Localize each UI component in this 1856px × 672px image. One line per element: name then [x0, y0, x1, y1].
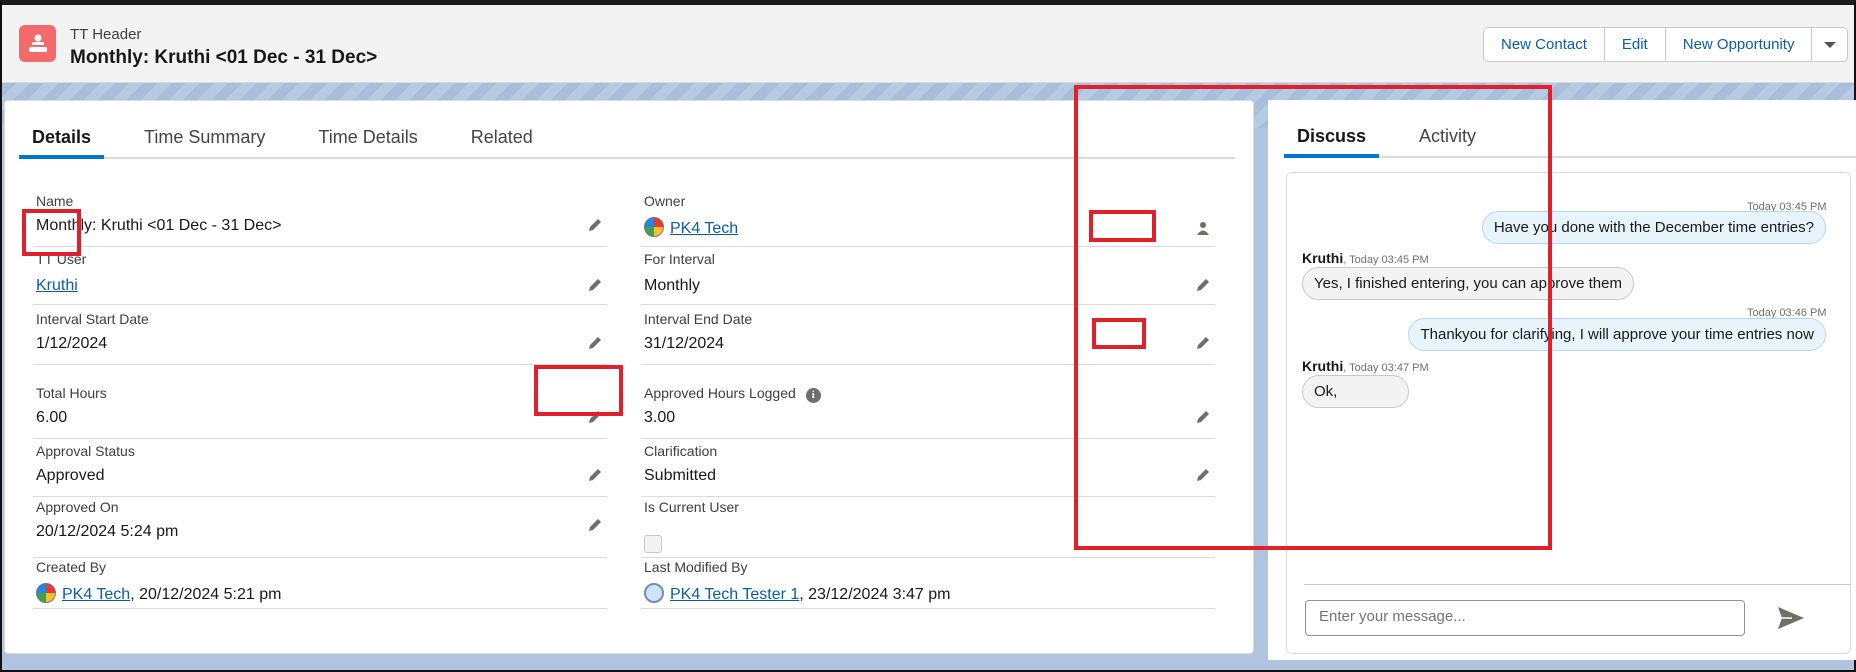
pencil-icon[interactable]: [587, 335, 603, 351]
field-label: For Interval: [644, 251, 715, 267]
field-label: Owner: [644, 193, 686, 209]
new-opportunity-button[interactable]: New Opportunity: [1664, 27, 1813, 62]
pencil-icon[interactable]: [587, 467, 603, 483]
pencil-icon[interactable]: [587, 277, 603, 293]
tab-details[interactable]: Details: [19, 125, 105, 159]
message-input[interactable]: [1305, 600, 1745, 636]
tt-user-link[interactable]: Kruthi: [36, 277, 78, 294]
field-label: Is Current User: [644, 499, 739, 515]
field-label: Total Hours: [36, 385, 107, 401]
chevron-down-icon: [1823, 41, 1836, 48]
tab-time-details[interactable]: Time Details: [305, 125, 430, 159]
new-contact-button[interactable]: New Contact: [1483, 27, 1605, 62]
is-current-user-checkbox: [644, 535, 662, 553]
field-label: Approved On: [36, 499, 119, 515]
field-value: 1/12/2024: [36, 335, 108, 352]
details-card: Details Time Summary Time Details Relate…: [4, 100, 1254, 654]
highlight-tt-user: [22, 209, 81, 256]
field-value: Approved: [36, 467, 105, 484]
header-actions: New Contact Edit New Opportunity: [1483, 27, 1849, 62]
field-value: Submitted: [644, 467, 717, 484]
field-value: Kruthi: [36, 277, 78, 295]
highlight-sender-2: [1092, 318, 1146, 349]
field-label: Last Modified By: [644, 559, 748, 575]
avatar: [644, 583, 664, 603]
field-name: Name Monthly: Kruthi <01 Dec - 31 Dec>: [33, 193, 607, 247]
field-label: Created By: [36, 559, 107, 575]
pencil-icon[interactable]: [587, 217, 603, 233]
field-value: PK4 Tech: [644, 217, 738, 238]
send-icon[interactable]: [1776, 603, 1806, 633]
last-modified-by-link[interactable]: PK4 Tech Tester 1: [670, 586, 799, 603]
created-by-link[interactable]: PK4 Tech: [62, 586, 130, 603]
record-header: TT Header Monthly: Kruthi <01 Dec - 31 D…: [2, 5, 1854, 83]
info-icon[interactable]: i: [805, 388, 821, 403]
more-actions-button[interactable]: [1811, 27, 1849, 62]
field-value: 6.00: [36, 409, 68, 426]
field-label: Clarification: [644, 443, 718, 459]
page-title: Monthly: Kruthi <01 Dec - 31 Dec>: [70, 47, 378, 68]
edit-button[interactable]: Edit: [1603, 27, 1666, 62]
field-last-modified-by: Last Modified By PK4 Tech Tester 1, 23/1…: [641, 559, 1215, 609]
field-value: 31/12/2024: [644, 335, 725, 352]
pencil-icon[interactable]: [587, 517, 603, 533]
field-label: Interval Start Date: [36, 311, 149, 327]
highlight-clarification: [534, 365, 623, 416]
field-approved-on: Approved On 20/12/2024 5:24 pm: [33, 499, 607, 558]
record-icon: [19, 25, 56, 62]
tab-time-summary[interactable]: Time Summary: [131, 125, 278, 159]
highlight-sender-1: [1089, 210, 1156, 242]
field-label-text: Approved Hours Logged: [644, 385, 796, 401]
field-interval-start: Interval Start Date 1/12/2024: [33, 311, 607, 365]
field-label: Approval Status: [36, 443, 135, 459]
avatar: [36, 583, 56, 603]
record-type-label: TT Header: [70, 26, 142, 43]
field-total-hours: Total Hours 6.00: [33, 385, 607, 439]
field-label: Name: [36, 193, 74, 209]
field-value: 3.00: [644, 409, 676, 426]
avatar: [644, 217, 664, 237]
field-value: PK4 Tech, 20/12/2024 5:21 pm: [36, 583, 281, 604]
tab-related[interactable]: Related: [458, 125, 546, 159]
modified-date: , 23/12/2024 3:47 pm: [799, 586, 951, 603]
field-label: Interval End Date: [644, 311, 753, 327]
field-value: PK4 Tech Tester 1, 23/12/2024 3:47 pm: [644, 583, 951, 604]
field-label: Approved Hours Logged i: [644, 385, 821, 403]
field-tt-user: TT User Kruthi: [33, 251, 607, 305]
owner-link[interactable]: PK4 Tech: [670, 220, 738, 237]
detail-tabs: Details Time Summary Time Details Relate…: [19, 125, 1235, 159]
created-date: , 20/12/2024 5:21 pm: [130, 586, 282, 603]
field-created-by: Created By PK4 Tech, 20/12/2024 5:21 pm: [33, 559, 607, 609]
field-approval-status: Approval Status Approved: [33, 443, 607, 497]
composer-divider: [1304, 584, 1851, 585]
field-value: Monthly: [644, 277, 701, 294]
field-value: 20/12/2024 5:24 pm: [36, 523, 179, 540]
